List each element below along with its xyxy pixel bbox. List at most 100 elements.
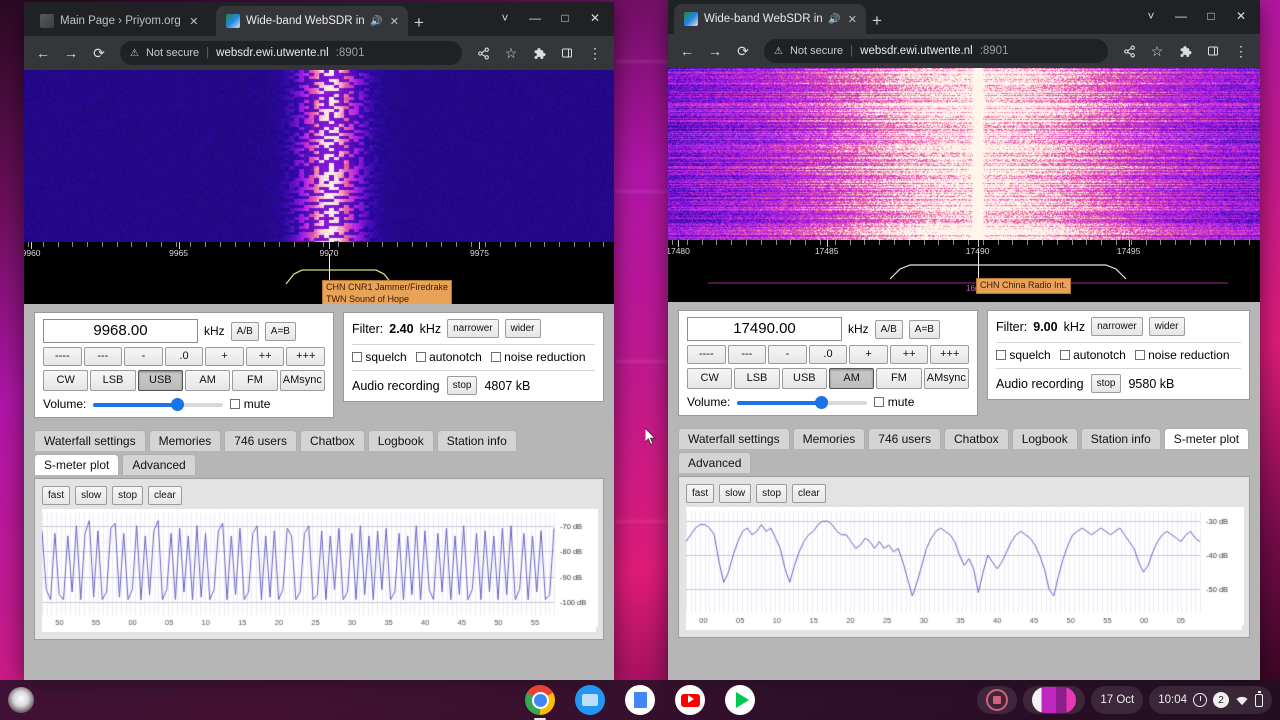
bookmark-star-icon[interactable]: ☆ <box>498 40 524 66</box>
waterfall-display[interactable] <box>668 68 1260 240</box>
maximize-button[interactable]: □ <box>550 5 580 31</box>
side-panel-icon[interactable] <box>1200 38 1226 64</box>
websdr-tab-waterfall-settings[interactable]: Waterfall settings <box>678 428 790 449</box>
waterfall-canvas[interactable] <box>668 68 1260 240</box>
ab-button[interactable]: A/B <box>874 319 903 339</box>
step-button-x[interactable]: --- <box>83 347 123 366</box>
smeter-button-fast[interactable]: fast <box>42 486 71 505</box>
back-icon[interactable]: ← <box>674 38 700 64</box>
extensions-icon[interactable] <box>526 40 552 66</box>
smeter-button-clear[interactable]: clear <box>148 486 182 505</box>
websdr-tab-advanced[interactable]: Advanced <box>678 452 752 473</box>
step-button-x[interactable]: + <box>849 345 888 364</box>
screen-capture-thumb-pill[interactable] <box>1023 686 1086 714</box>
smeter-button-fast[interactable]: fast <box>686 484 715 503</box>
websdr-tab-chatbox[interactable]: Chatbox <box>943 428 1009 449</box>
step-button-x[interactable]: --- <box>727 345 767 364</box>
step-button-x[interactable]: ++ <box>889 345 929 364</box>
tab-search-button[interactable]: ˅ <box>490 5 520 31</box>
tab-audio-playing-icon[interactable]: 🔊 <box>828 14 840 25</box>
back-icon[interactable]: ← <box>30 40 56 66</box>
slider-thumb[interactable] <box>171 397 185 411</box>
stop-recording-icon[interactable] <box>986 689 1009 711</box>
files-icon[interactable] <box>575 685 605 715</box>
step-button-x[interactable]: +++ <box>286 347 326 366</box>
mute-checkbox-label[interactable]: mute <box>874 395 914 409</box>
websdr-tab-746-users[interactable]: 746 users <box>224 430 297 451</box>
slider-thumb[interactable] <box>815 395 829 409</box>
frequency-scale[interactable]: 9960996599709975 CHN CNR1 Jammer/Firedra… <box>24 242 614 304</box>
close-window-button[interactable]: ✕ <box>580 5 610 31</box>
forward-icon[interactable]: → <box>702 38 728 64</box>
websdr-tab-memories[interactable]: Memories <box>148 430 222 451</box>
noise-reduction-checkbox[interactable] <box>490 352 501 362</box>
mode-button-usb[interactable]: USB <box>781 368 827 389</box>
mode-button-lsb[interactable]: LSB <box>90 370 136 391</box>
side-panel-icon[interactable] <box>554 40 580 66</box>
frequency-input[interactable]: 9968.00 <box>43 319 198 343</box>
noise-reduction-checkbox-label[interactable]: noise reduction <box>490 350 586 364</box>
squelch-checkbox[interactable] <box>996 350 1006 360</box>
play-store-icon[interactable] <box>725 685 755 715</box>
wider-button[interactable]: wider <box>504 319 541 338</box>
autonotch-checkbox[interactable] <box>415 352 426 362</box>
youtube-icon[interactable] <box>675 685 705 715</box>
noise-reduction-checkbox-label[interactable]: noise reduction <box>1134 348 1230 362</box>
volume-slider[interactable] <box>93 397 224 411</box>
step-button-x[interactable]: ++ <box>245 347 285 366</box>
s-meter-plot-area[interactable] <box>42 509 598 632</box>
tab-close-icon[interactable]: ✕ <box>847 13 858 26</box>
mode-button-usb[interactable]: USB <box>137 370 183 391</box>
mode-button-fm[interactable]: FM <box>876 368 922 389</box>
tab-close-icon[interactable]: ✕ <box>187 15 201 28</box>
step-button-x[interactable]: + <box>205 347 244 366</box>
minimize-button[interactable]: — <box>520 5 550 31</box>
squelch-checkbox[interactable] <box>352 352 362 362</box>
tab-close-icon[interactable]: ✕ <box>389 15 400 28</box>
step-button-x[interactable]: +++ <box>930 345 970 364</box>
wider-button[interactable]: wider <box>1148 317 1185 336</box>
websdr-tab-chatbox[interactable]: Chatbox <box>299 430 365 451</box>
system-tray-pill[interactable]: 10:04 2 <box>1149 686 1272 714</box>
websdr-tab-logbook[interactable]: Logbook <box>367 430 434 451</box>
mute-checkbox[interactable] <box>230 399 241 409</box>
s-meter-plot-area[interactable] <box>686 507 1244 630</box>
noise-reduction-checkbox[interactable] <box>1134 350 1145 360</box>
address-bar[interactable]: ⚠ Not secure | websdr.ewi.utwente.nl:890… <box>764 39 1108 63</box>
docs-icon[interactable] <box>625 685 655 715</box>
launcher-button[interactable] <box>8 687 34 713</box>
waterfall-canvas[interactable] <box>24 70 614 242</box>
browser-window-left[interactable]: Main Page › Priyom.org ✕ Wide-band WebSD… <box>24 2 614 680</box>
mode-button-cw[interactable]: CW <box>687 368 733 389</box>
smeter-button-stop[interactable]: stop <box>112 486 144 505</box>
step-button-x0[interactable]: .0 <box>808 345 848 364</box>
new-tab-button[interactable]: + <box>872 12 882 29</box>
frequency-input[interactable]: 17490.00 <box>687 317 842 341</box>
browser-tab-websdr[interactable]: Wide-band WebSDR in Ensc 🔊 ✕ <box>674 4 866 34</box>
websdr-tab-s-meter-plot[interactable]: S-meter plot <box>1163 428 1250 449</box>
browser-menu-icon[interactable]: ⋮ <box>582 40 608 66</box>
new-tab-button[interactable]: + <box>414 14 424 31</box>
tab-audio-playing-icon[interactable]: 🔊 <box>370 16 382 27</box>
websdr-tab-station-info[interactable]: Station info <box>436 430 517 451</box>
step-button-x[interactable]: ---- <box>687 345 726 364</box>
websdr-tab-station-info[interactable]: Station info <box>1080 428 1161 449</box>
step-button-x0[interactable]: .0 <box>164 347 204 366</box>
mode-button-am[interactable]: AM <box>184 370 231 391</box>
smeter-button-stop[interactable]: stop <box>756 484 788 503</box>
maximize-button[interactable]: □ <box>1196 3 1226 29</box>
chrome-icon[interactable] <box>525 685 555 720</box>
narrower-button[interactable]: narrower <box>1091 317 1143 336</box>
mode-button-fm[interactable]: FM <box>232 370 278 391</box>
websdr-tab-746-users[interactable]: 746 users <box>868 428 941 449</box>
a-equals-b-button[interactable]: A=B <box>264 321 296 341</box>
browser-tab-websdr[interactable]: Wide-band WebSDR in Ensc 🔊 ✕ <box>216 6 408 36</box>
squelch-checkbox-label[interactable]: squelch <box>996 348 1051 362</box>
mode-button-lsb[interactable]: LSB <box>734 368 780 389</box>
screen-recording-pill[interactable] <box>977 686 1018 714</box>
mode-button-am[interactable]: AM <box>828 368 875 389</box>
mode-button-amsync[interactable]: AMsync <box>279 370 325 391</box>
mode-button-amsync[interactable]: AMsync <box>923 368 969 389</box>
not-secure-warning-icon[interactable]: ⚠ <box>774 46 783 57</box>
date-pill[interactable]: 17 Oct <box>1091 686 1144 714</box>
